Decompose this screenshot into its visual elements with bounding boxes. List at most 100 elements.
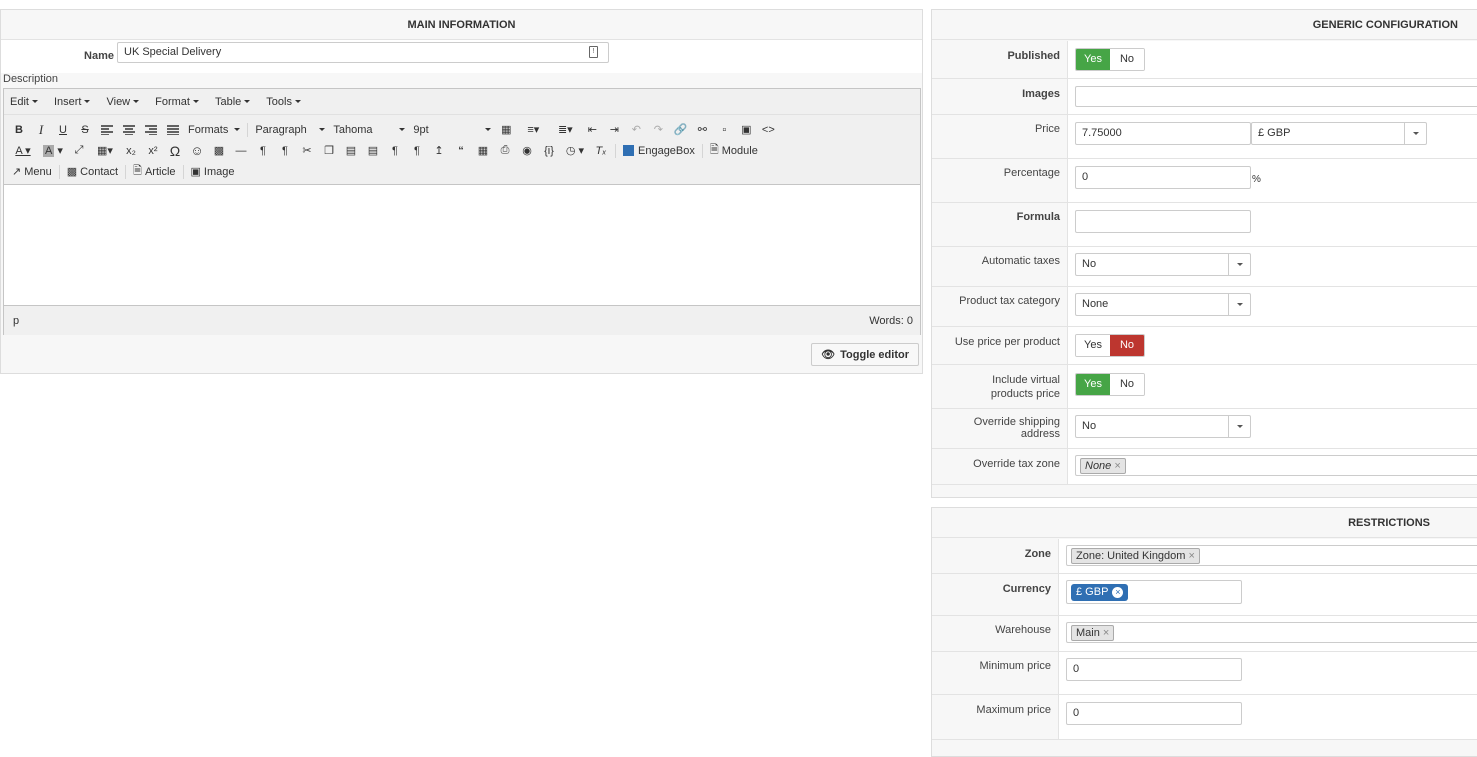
editor-content-area[interactable] bbox=[4, 185, 920, 305]
menu-insert[interactable]: Insert bbox=[54, 96, 91, 108]
bookmark-icon[interactable]: ▫ bbox=[713, 120, 735, 140]
remove-icon[interactable]: × bbox=[1112, 586, 1124, 598]
editor-menubar: Edit Insert View Format Table Tools bbox=[4, 89, 920, 115]
bold-icon[interactable]: B bbox=[8, 120, 30, 140]
clear-formatting-icon[interactable]: Tₓ bbox=[590, 141, 612, 161]
table-icon[interactable]: ▦▾ bbox=[90, 141, 120, 161]
menu-view[interactable]: View bbox=[106, 96, 139, 108]
align-left-icon[interactable] bbox=[96, 120, 118, 140]
menu-tools[interactable]: Tools bbox=[266, 96, 301, 108]
remove-icon[interactable]: × bbox=[1103, 627, 1109, 639]
zone-input[interactable]: Zone: United Kingdom × bbox=[1066, 545, 1477, 566]
special-char-icon[interactable]: Ω bbox=[164, 141, 186, 161]
emoticons-icon[interactable]: ☺ bbox=[186, 141, 208, 161]
find-replace-icon[interactable]: ▦ bbox=[495, 120, 517, 140]
preview-icon[interactable]: ◉ bbox=[516, 141, 538, 161]
price-control: 7.75000 £ GBP bbox=[1067, 115, 1477, 158]
datetime-icon[interactable]: ◷ ▾ bbox=[560, 141, 590, 161]
formats-dropdown[interactable]: Formats bbox=[184, 120, 244, 140]
include-virtual-toggle[interactable]: Yes No bbox=[1075, 373, 1145, 396]
name-input[interactable]: UK Special Delivery ! bbox=[117, 42, 609, 63]
article-button[interactable]: 🗎 Article bbox=[129, 162, 179, 182]
menu-button[interactable]: ↗ Menu bbox=[8, 162, 56, 182]
module-button[interactable]: 🗎 Module bbox=[706, 141, 762, 161]
media-icon[interactable]: ▩ bbox=[208, 141, 230, 161]
link-icon[interactable]: 🔗 bbox=[669, 120, 691, 140]
price-per-product-toggle[interactable]: Yes No bbox=[1075, 334, 1145, 357]
price-per-product-yes[interactable]: Yes bbox=[1076, 335, 1110, 356]
undo-icon[interactable]: ↶ bbox=[625, 120, 647, 140]
visual-chars-icon[interactable]: ¶ bbox=[406, 141, 428, 161]
automatic-taxes-select[interactable]: No bbox=[1075, 253, 1251, 276]
warehouse-input[interactable]: Main × bbox=[1066, 622, 1477, 643]
image-icon[interactable]: ▣ bbox=[735, 120, 757, 140]
upload-icon[interactable]: ↥ bbox=[428, 141, 450, 161]
redo-icon[interactable]: ↷ bbox=[647, 120, 669, 140]
percentage-input[interactable]: 0 bbox=[1075, 166, 1251, 189]
copy-icon[interactable]: ❐ bbox=[318, 141, 340, 161]
block-format-dropdown[interactable]: Paragraph bbox=[251, 120, 329, 140]
print-icon[interactable]: ⎙ bbox=[494, 141, 516, 161]
maximum-price-input[interactable]: 0 bbox=[1066, 702, 1242, 725]
price-input[interactable]: 7.75000 bbox=[1075, 122, 1251, 145]
include-virtual-no[interactable]: No bbox=[1110, 374, 1144, 395]
paste-icon[interactable]: ▤ bbox=[340, 141, 362, 161]
italic-icon[interactable]: I bbox=[30, 120, 52, 140]
indent-icon[interactable]: ⇥ bbox=[603, 120, 625, 140]
superscript-icon[interactable]: x² bbox=[142, 141, 164, 161]
paste-text-icon[interactable]: ▤ bbox=[362, 141, 384, 161]
currency-input[interactable]: £ GBP × bbox=[1066, 580, 1242, 604]
strikethrough-icon[interactable]: S bbox=[74, 120, 96, 140]
toolbar-separator bbox=[58, 164, 60, 179]
align-right-icon[interactable] bbox=[140, 120, 162, 140]
blockquote-icon[interactable]: “ bbox=[450, 141, 472, 161]
language-key-icon[interactable]: ! bbox=[589, 46, 598, 58]
align-center-icon[interactable] bbox=[118, 120, 140, 140]
product-tax-category-select[interactable]: None bbox=[1075, 293, 1251, 316]
chevron-down-icon bbox=[1228, 254, 1250, 275]
subscript-icon[interactable]: x₂ bbox=[120, 141, 142, 161]
ltr-icon[interactable]: ¶ bbox=[252, 141, 274, 161]
remove-icon[interactable]: × bbox=[1114, 460, 1120, 472]
menu-edit[interactable]: Edit bbox=[10, 96, 38, 108]
published-toggle[interactable]: Yes No bbox=[1075, 48, 1145, 71]
template-icon[interactable]: ▦ bbox=[472, 141, 494, 161]
toggle-editor-button[interactable]: 👁 Toggle editor bbox=[811, 343, 919, 366]
rtl-icon[interactable]: ¶ bbox=[274, 141, 296, 161]
underline-icon[interactable]: U bbox=[52, 120, 74, 140]
horizontal-rule-icon[interactable]: — bbox=[230, 141, 252, 161]
published-no[interactable]: No bbox=[1110, 49, 1144, 70]
numbered-list-icon[interactable]: ≣▾ bbox=[549, 120, 581, 140]
font-size-dropdown[interactable]: 9pt bbox=[409, 120, 495, 140]
contact-button[interactable]: ▩ Contact bbox=[63, 162, 122, 182]
text-color-icon[interactable]: A ▾ bbox=[8, 141, 38, 161]
source-code-icon[interactable]: <> bbox=[757, 120, 779, 140]
code-sample-icon[interactable]: {i} bbox=[538, 141, 560, 161]
fullscreen-icon[interactable]: ⤢ bbox=[68, 141, 90, 161]
show-blocks-icon[interactable]: ¶ bbox=[384, 141, 406, 161]
override-shipping-select[interactable]: No bbox=[1075, 415, 1251, 438]
background-color-icon[interactable]: A ▾ bbox=[38, 141, 68, 161]
align-justify-icon[interactable] bbox=[162, 120, 184, 140]
price-currency-select[interactable]: £ GBP bbox=[1251, 122, 1427, 145]
font-family-dropdown[interactable]: Tahoma bbox=[329, 120, 409, 140]
cut-icon[interactable]: ✂ bbox=[296, 141, 318, 161]
include-virtual-yes[interactable]: Yes bbox=[1076, 374, 1110, 395]
formula-input[interactable] bbox=[1075, 210, 1251, 233]
minimum-price-input[interactable]: 0 bbox=[1066, 658, 1242, 681]
image-button[interactable]: ▣ Image bbox=[187, 162, 239, 182]
images-input[interactable] bbox=[1075, 86, 1477, 107]
outdent-icon[interactable]: ⇤ bbox=[581, 120, 603, 140]
article-icon: 🗎 bbox=[133, 165, 142, 177]
published-control: Yes No bbox=[1067, 41, 1477, 78]
unlink-icon[interactable]: ⚯ bbox=[691, 120, 713, 140]
menu-table[interactable]: Table bbox=[215, 96, 250, 108]
bullet-list-icon[interactable]: ≡▾ bbox=[517, 120, 549, 140]
element-path[interactable]: p bbox=[13, 315, 19, 327]
engagebox-button[interactable]: EngageBox bbox=[619, 141, 699, 161]
price-per-product-no[interactable]: No bbox=[1110, 335, 1144, 356]
menu-format[interactable]: Format bbox=[155, 96, 199, 108]
published-yes[interactable]: Yes bbox=[1076, 49, 1110, 70]
remove-icon[interactable]: × bbox=[1188, 550, 1194, 562]
override-tax-zone-input[interactable]: None × bbox=[1075, 455, 1477, 476]
